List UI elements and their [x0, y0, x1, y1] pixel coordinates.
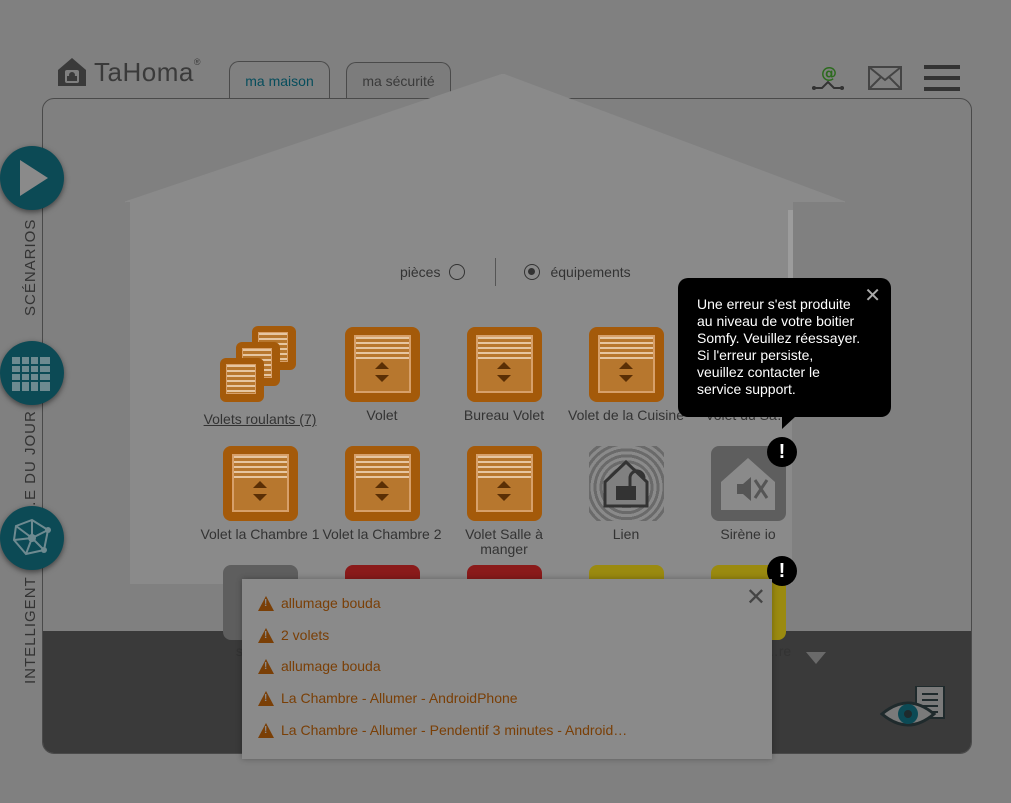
- agenda-label: …E DU JOUR: [22, 410, 39, 516]
- device-label: Lien: [612, 526, 640, 542]
- unlocked-house-icon: [588, 446, 664, 521]
- shutter-icon: [222, 446, 298, 521]
- mail-icon[interactable]: [868, 66, 902, 90]
- smart-label: INTELLIGENT: [22, 576, 39, 684]
- toggle-divider: [495, 258, 497, 286]
- device-tile-lien[interactable]: Lien: [566, 446, 686, 542]
- device-label[interactable]: Volets roulants (7): [200, 412, 320, 427]
- calendar-icon: [12, 357, 50, 391]
- smart-button[interactable]: [0, 506, 64, 570]
- notification-item[interactable]: La Chambre - Allumer - Pendentif 3 minut…: [258, 722, 627, 738]
- warning-icon: [258, 722, 274, 738]
- device-tile-volet-salle-a-manger[interactable]: Volet Salle à manger: [444, 446, 564, 557]
- equipment-radio[interactable]: [524, 264, 541, 280]
- tooltip-tail: [782, 416, 796, 429]
- warning-icon: [258, 627, 274, 643]
- shutter-group-icon: [220, 326, 300, 406]
- notification-list: ✕ allumage bouda 2 volets allumage bouda…: [242, 579, 772, 759]
- shutter-icon: [344, 327, 420, 402]
- device-label: Volet de la Cuisine: [568, 407, 684, 423]
- page: TaHoma® ma maison ma sécurité @ pièces é…: [0, 0, 1011, 803]
- hamburger-menu-icon[interactable]: [924, 65, 960, 91]
- agenda-button[interactable]: [0, 341, 64, 405]
- play-icon: [20, 160, 48, 196]
- scroll-down-icon[interactable]: [806, 652, 826, 666]
- device-tile-bureau-volet[interactable]: Bureau Volet: [444, 327, 564, 423]
- warning-icon: [258, 658, 274, 674]
- view-toggle: pièces équipements: [400, 258, 631, 286]
- tooltip-line: Une erreur s'est produite: [697, 296, 851, 312]
- device-tile-volet-cuisine[interactable]: Volet de la Cuisine: [566, 327, 686, 423]
- warning-icon: [258, 595, 274, 611]
- equipment-label: équipements: [550, 264, 631, 280]
- error-tooltip: ✕ Une erreur s'est produite au niveau de…: [678, 278, 891, 429]
- network-nodes-icon: [12, 518, 51, 556]
- alert-icon[interactable]: !: [767, 437, 797, 467]
- tooltip-close-icon[interactable]: ✕: [864, 286, 881, 306]
- scenarios-label: SCÉNARIOS: [22, 218, 39, 316]
- tooltip-line: service support.: [697, 381, 796, 397]
- device-tile-volet[interactable]: Volet: [322, 327, 442, 423]
- shutter-icon: [344, 446, 420, 521]
- device-label: Volet la Chambre 2: [322, 526, 442, 542]
- device-label: Volet la Chambre 1: [200, 526, 320, 542]
- device-tile-volet-chambre-1[interactable]: Volet la Chambre 1: [200, 446, 320, 542]
- notification-item[interactable]: allumage bouda: [258, 595, 381, 611]
- house-logo-icon: [58, 58, 86, 86]
- tooltip-line: au niveau de votre boitier: [697, 313, 855, 329]
- warning-icon: [258, 690, 274, 706]
- tooltip-line: Si l'erreur persiste,: [697, 347, 814, 363]
- device-label: Volet: [366, 407, 398, 423]
- eye-document-icon[interactable]: [880, 686, 948, 732]
- tooltip-line: Somfy. Veuillez réessayer.: [697, 330, 861, 346]
- rooms-radio[interactable]: [449, 264, 466, 280]
- device-label: Bureau Volet: [463, 407, 545, 423]
- shutter-icon: [466, 327, 542, 402]
- rooms-label: pièces: [400, 264, 441, 280]
- device-tile-volet-chambre-2[interactable]: Volet la Chambre 2: [322, 446, 442, 542]
- notification-item[interactable]: 2 volets: [258, 627, 329, 643]
- tooltip-line: veuillez contacter le: [697, 364, 820, 380]
- device-label: Volet Salle à manger: [465, 526, 543, 557]
- scenarios-button[interactable]: [0, 146, 64, 210]
- notification-item[interactable]: La Chambre - Allumer - AndroidPhone: [258, 690, 518, 706]
- device-label: Sirène io: [720, 526, 776, 542]
- notification-close-icon[interactable]: ✕: [746, 583, 766, 612]
- notification-item[interactable]: allumage bouda: [258, 658, 381, 674]
- device-tile-volets-roulants[interactable]: Volets roulants (7): [200, 326, 320, 427]
- shutter-icon: [466, 446, 542, 521]
- shutter-icon: [588, 327, 664, 402]
